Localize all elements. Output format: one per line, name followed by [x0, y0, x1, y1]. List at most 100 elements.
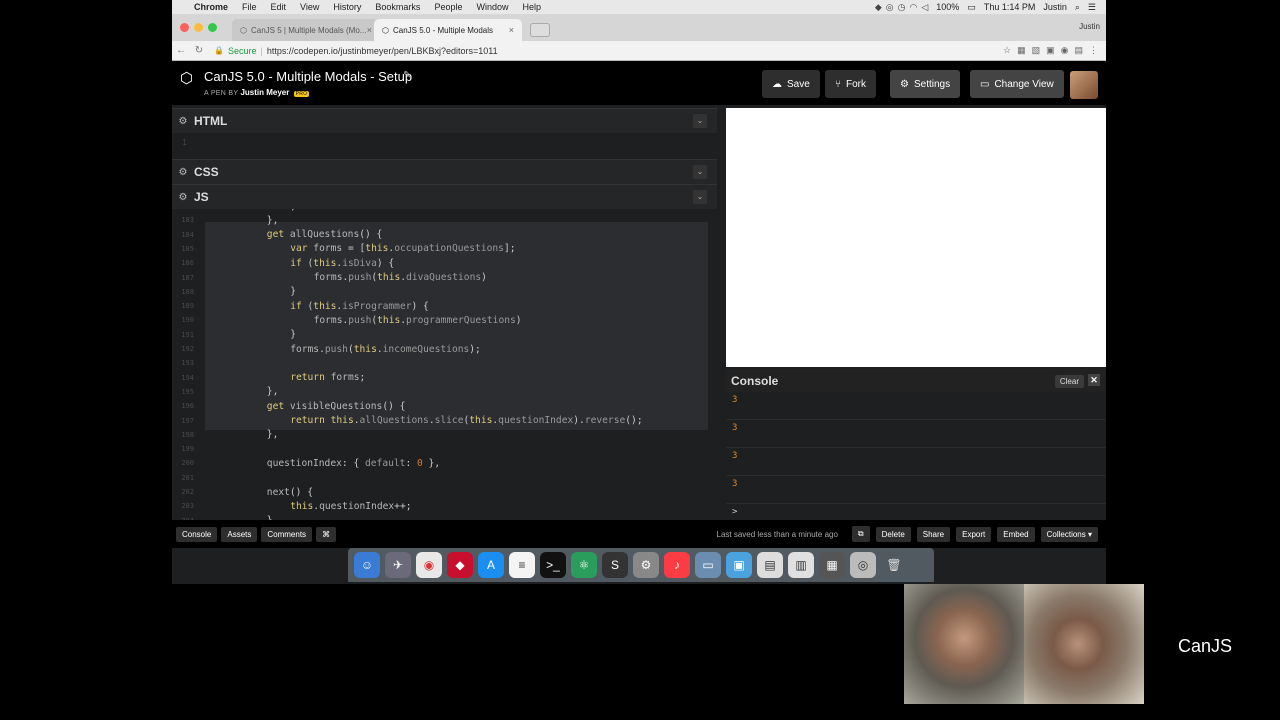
- extension-icon[interactable]: ▣: [1046, 45, 1055, 56]
- bookmark-star-icon[interactable]: ☆: [1003, 45, 1011, 56]
- battery-percent[interactable]: 100%: [936, 2, 959, 12]
- battery-icon[interactable]: ▭: [967, 2, 976, 13]
- chrome-icon[interactable]: ◉: [416, 552, 442, 578]
- close-window-button[interactable]: [180, 23, 189, 32]
- appstore-icon[interactable]: A: [478, 552, 504, 578]
- system-preferences-icon[interactable]: ⚙: [633, 552, 659, 578]
- document-icon[interactable]: ▤: [757, 552, 783, 578]
- sublime-icon[interactable]: S: [602, 552, 628, 578]
- gear-icon[interactable]: ⚙: [172, 192, 194, 203]
- console-prompt[interactable]: >: [732, 507, 737, 517]
- code-line[interactable]: 200 questionIndex: { default: 0 },: [172, 456, 717, 470]
- shortcuts-button[interactable]: ⌘: [316, 526, 337, 542]
- menu-history[interactable]: History: [333, 2, 361, 12]
- volume-icon[interactable]: ◁: [921, 2, 928, 13]
- avatar[interactable]: [1070, 71, 1098, 99]
- address-bar[interactable]: 🔒 Secure | https://codepen.io/justinbmey…: [208, 43, 1003, 59]
- chevron-down-icon[interactable]: ⌄: [693, 165, 707, 179]
- gear-icon[interactable]: ⚙: [172, 116, 194, 127]
- zoom-window-button[interactable]: [208, 23, 217, 32]
- save-button[interactable]: ☁ Save: [762, 70, 820, 98]
- menubar-user[interactable]: Justin: [1043, 2, 1067, 12]
- code-line[interactable]: 188}: [172, 285, 717, 299]
- chrome-menu-icon[interactable]: ⋮: [1089, 45, 1098, 56]
- pen-title[interactable]: CanJS 5.0 - Multiple Modals - Setup: [204, 69, 412, 84]
- browser-tab[interactable]: ⬡ CanJS 5 | Multiple Modals (Mo... ×: [232, 19, 380, 41]
- minimize-window-button[interactable]: [194, 23, 203, 32]
- notes-icon[interactable]: ≡: [509, 552, 535, 578]
- menu-people[interactable]: People: [434, 2, 462, 12]
- code-line[interactable]: 186 if (this. isDiva) {: [172, 256, 717, 270]
- folder-icon[interactable]: ▭: [695, 552, 721, 578]
- gear-icon[interactable]: ⚙: [172, 167, 194, 178]
- code-line[interactable]: 199: [172, 442, 717, 456]
- close-tab-icon[interactable]: ×: [367, 25, 372, 35]
- atom-icon[interactable]: ⚛: [571, 552, 597, 578]
- document-icon[interactable]: ▥: [788, 552, 814, 578]
- settings-button[interactable]: ⚙ Settings: [890, 70, 961, 98]
- js-pane-header[interactable]: ⚙ JS ⌄: [172, 184, 717, 209]
- comments-button[interactable]: Comments: [261, 526, 313, 542]
- preview-pane[interactable]: [726, 108, 1106, 367]
- spotlight-icon[interactable]: ⌕: [1075, 2, 1080, 13]
- profile-name[interactable]: Justin: [1079, 22, 1100, 31]
- menu-app-chrome[interactable]: Chrome: [194, 2, 228, 12]
- tray-icons[interactable]: ◆ ◎ ◷ ◠ ◁: [875, 2, 928, 13]
- code-line[interactable]: 192 forms. push(this. incomeQuestions);: [172, 342, 717, 356]
- notification-center-icon[interactable]: ☰: [1088, 2, 1096, 13]
- code-line[interactable]: 190 forms. push(this. programmerQuestions): [172, 313, 717, 327]
- menu-edit[interactable]: Edit: [271, 2, 287, 12]
- menu-window[interactable]: Window: [476, 2, 508, 12]
- chrome-app-icon[interactable]: ◎: [850, 552, 876, 578]
- fork-button[interactable]: ⑂ Fork: [825, 70, 876, 98]
- codepen-logo-icon[interactable]: ⬡: [180, 69, 193, 87]
- delete-button[interactable]: Delete: [875, 526, 911, 542]
- extension-icon[interactable]: ◉: [1061, 45, 1069, 56]
- code-line[interactable]: 185 var forms = [this. occupationQuestions…: [172, 242, 717, 256]
- code-line[interactable]: 184 get allQuestions() {: [172, 228, 717, 242]
- js-code-editor[interactable]: 182,183},184get allQuestions() {185var f…: [172, 209, 717, 520]
- edit-title-icon[interactable]: ✎: [403, 70, 411, 81]
- code-line[interactable]: 201: [172, 471, 717, 485]
- timemachine-icon[interactable]: ◷: [898, 2, 906, 13]
- screenshot-icon[interactable]: ▦: [819, 552, 845, 578]
- code-line[interactable]: 187 forms. push(this. divaQuestions): [172, 271, 717, 285]
- code-line[interactable]: 203 this. questionIndex ++;: [172, 499, 717, 513]
- sync-icon[interactable]: ◎: [886, 2, 894, 13]
- console-toggle-button[interactable]: Console: [176, 526, 218, 542]
- code-line[interactable]: 197 return this. allQuestions. slice(this. q…: [172, 414, 717, 428]
- author-name[interactable]: Justin Meyer: [240, 88, 289, 97]
- code-line[interactable]: 202 next() {: [172, 485, 717, 499]
- browser-tab-active[interactable]: ⬡ CanJS 5.0 - Multiple Modals ×: [374, 19, 522, 41]
- back-icon[interactable]: ←: [172, 45, 190, 56]
- assets-button[interactable]: Assets: [221, 526, 258, 542]
- url-text[interactable]: https://codepen.io/justinbmeyer/pen/LBKB…: [267, 46, 498, 56]
- menu-view[interactable]: View: [300, 2, 319, 12]
- wifi-icon[interactable]: ◠: [910, 2, 918, 13]
- code-line[interactable]: 195},: [172, 385, 717, 399]
- close-icon[interactable]: ✕: [1088, 374, 1100, 386]
- export-button[interactable]: Export: [956, 526, 992, 542]
- terminal-icon[interactable]: >_: [540, 552, 566, 578]
- cheddar-icon[interactable]: ◆: [447, 552, 473, 578]
- extension-icon[interactable]: ▦: [1017, 45, 1026, 56]
- code-line[interactable]: 198},: [172, 428, 717, 442]
- css-pane-header[interactable]: ⚙ CSS ⌄: [172, 159, 717, 184]
- collections-button[interactable]: Collections ▾: [1040, 526, 1098, 542]
- trash-icon[interactable]: 🗑: [881, 552, 907, 578]
- clear-console-button[interactable]: Clear: [1054, 375, 1084, 388]
- menu-bookmarks[interactable]: Bookmarks: [375, 2, 420, 12]
- code-line[interactable]: 194 return forms;: [172, 371, 717, 385]
- menu-help[interactable]: Help: [522, 2, 541, 12]
- preview-app-icon[interactable]: ▣: [726, 552, 752, 578]
- extension-icon[interactable]: ▤: [1074, 45, 1083, 56]
- reload-icon[interactable]: ↻: [190, 45, 208, 56]
- launchpad-icon[interactable]: ✈: [385, 552, 411, 578]
- new-tab-button[interactable]: [530, 23, 550, 37]
- menu-file[interactable]: File: [242, 2, 257, 12]
- code-line[interactable]: 193: [172, 356, 717, 370]
- html-editor[interactable]: 1: [172, 133, 717, 159]
- chevron-down-icon[interactable]: ⌄: [693, 190, 707, 204]
- extension-icon[interactable]: ▧: [1032, 45, 1041, 56]
- menubar-clock[interactable]: Thu 1:14 PM: [984, 2, 1036, 12]
